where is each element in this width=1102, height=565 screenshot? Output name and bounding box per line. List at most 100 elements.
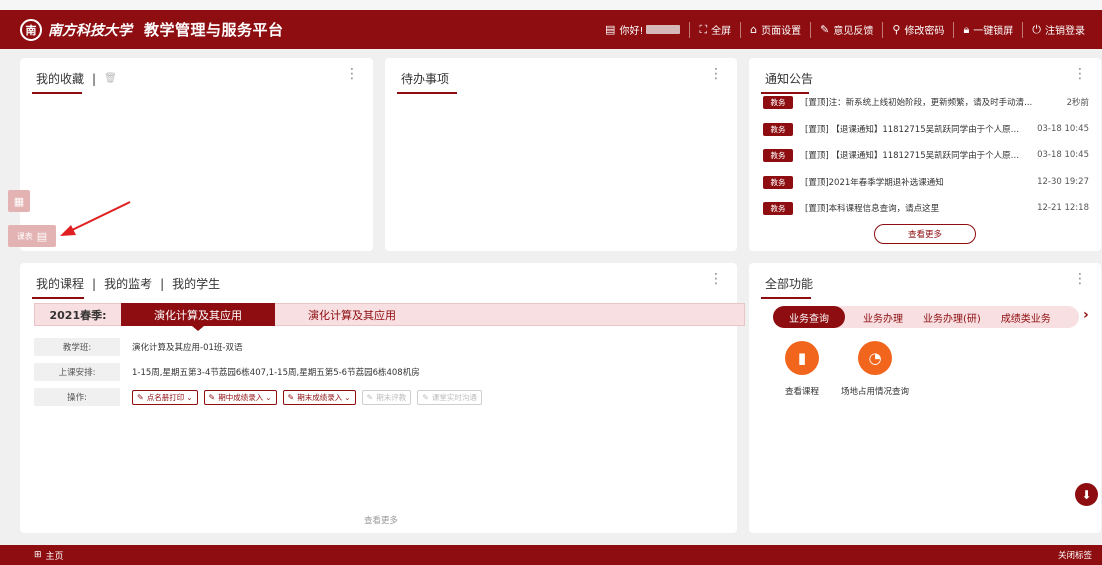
venue-query-label: 场地占用情况查询 bbox=[840, 387, 909, 397]
tab-my-invigilation[interactable]: 我的监考 bbox=[104, 275, 152, 292]
schedule-icon: ▤ bbox=[36, 229, 48, 243]
fullscreen-button[interactable]: ⛶ 全屏 bbox=[689, 21, 740, 38]
notice-text[interactable]: [置顶]2021年春季学期退补选课通知 bbox=[805, 176, 1027, 188]
calendar-icon[interactable]: ▦ bbox=[8, 190, 30, 212]
todo-card: 待办事项 ⋮ bbox=[385, 58, 737, 251]
notice-text[interactable]: [置顶] 【退课通知】11812715吴凯跃同学由于个人原因申请... bbox=[805, 149, 1027, 161]
download-icon[interactable]: ⬇ bbox=[1075, 483, 1098, 506]
functions-underline bbox=[761, 297, 811, 299]
operations-row: 操作: ✎ 点名册打印 ⌄ ✎ 期中成绩录入 ⌄ ✎ 期末成绩录入 ⌄ ✎ 期末… bbox=[34, 388, 488, 406]
notice-text[interactable]: [置顶]本科课程信息查询，请点这里 bbox=[805, 202, 1027, 214]
notice-item[interactable]: 教务 [置顶]2021年春季学期退补选课通知 12-30 19:27 bbox=[763, 175, 1089, 189]
username-redacted bbox=[646, 25, 681, 34]
gauge-search-icon: ◔ bbox=[858, 341, 892, 375]
power-icon: ⏻ bbox=[1032, 22, 1041, 36]
logout-button[interactable]: ⏻ 注销登录 bbox=[1022, 21, 1094, 38]
class-chat-label: 课堂实时沟通 bbox=[431, 392, 477, 402]
functions-menu-icon[interactable]: ⋮ bbox=[1073, 272, 1087, 286]
tab-business-handling-grad[interactable]: 业务办理(研) bbox=[913, 310, 991, 325]
class-value: 演化计算及其应用-01班-双语 bbox=[132, 343, 243, 353]
close-tabs-button[interactable]: 关闭标签 bbox=[1058, 549, 1092, 561]
courses-tabs: 我的课程 | 我的监考 | 我的学生 bbox=[36, 275, 220, 292]
tab-grade-business[interactable]: 成绩类业务 bbox=[991, 310, 1061, 325]
notice-text[interactable]: [置顶] 【退课通知】11812715吴凯跃同学由于个人原因申请... bbox=[805, 123, 1027, 135]
todo-title: 待办事项 bbox=[401, 72, 450, 86]
page-settings-label: 页面设置 bbox=[761, 26, 802, 37]
edit-icon: ✎ bbox=[366, 392, 374, 402]
notices-title: 通知公告 bbox=[765, 72, 814, 86]
page-settings-button[interactable]: ⌂ 页面设置 bbox=[740, 21, 810, 38]
top-strip bbox=[0, 0, 1102, 10]
feedback-icon: ✎ bbox=[820, 23, 830, 36]
notice-item[interactable]: 教务 [置顶]注：新系统上线初始阶段，更新频繁，请及时手动清... 2秒前 bbox=[763, 95, 1089, 109]
greeting-text: 你好! bbox=[619, 26, 644, 37]
functions-header: 全部功能 bbox=[765, 275, 813, 292]
edit-icon: ✎ bbox=[422, 392, 429, 402]
book-icon: ▮ bbox=[785, 341, 819, 375]
class-chat-button[interactable]: ✎ 课堂实时沟通 bbox=[417, 389, 482, 405]
notice-item[interactable]: 教务 [置顶]本科课程信息查询，请点这里 12-21 12:18 bbox=[763, 201, 1089, 215]
roster-print-button[interactable]: ✎ 点名册打印 ⌄ bbox=[132, 389, 198, 405]
midterm-grade-button[interactable]: ✎ 期中成绩录入 ⌄ bbox=[203, 389, 277, 405]
favorites-header: 我的收藏 | 🗑︎ bbox=[36, 70, 117, 87]
notice-badge: 教务 bbox=[763, 175, 793, 189]
final-evaluation-button[interactable]: ✎ 期末评教 bbox=[361, 389, 412, 405]
notices-menu-icon[interactable]: ⋮ bbox=[1073, 67, 1087, 81]
roster-print-label: 点名册打印 bbox=[146, 392, 185, 402]
view-courses-function[interactable]: ▮ 查看课程 bbox=[762, 341, 842, 397]
final-grade-button[interactable]: ✎ 期末成绩录入 ⌄ bbox=[282, 389, 356, 405]
change-password-button[interactable]: ⚲ 修改密码 bbox=[882, 21, 953, 38]
courses-tab-separator: | bbox=[92, 276, 97, 291]
fullscreen-label: 全屏 bbox=[711, 26, 732, 37]
courses-card: 我的课程 | 我的监考 | 我的学生 ⋮ 2021春季: 演化计算及其应用 演化… bbox=[20, 263, 745, 533]
home-grid-icon: ⊞ bbox=[34, 550, 42, 560]
operations-label: 操作: bbox=[34, 388, 120, 406]
platform-title: 教学管理与服务平台 bbox=[144, 21, 284, 39]
todo-header: 待办事项 bbox=[401, 70, 449, 87]
home-tab[interactable]: ⊞ 主页 bbox=[34, 549, 64, 562]
todo-menu-icon[interactable]: ⋮ bbox=[709, 67, 723, 81]
schedule-button[interactable]: 课表 ▤ bbox=[8, 225, 56, 247]
class-row: 教学班: 演化计算及其应用-01班-双语 bbox=[34, 338, 242, 356]
trash-icon[interactable]: 🗑︎ bbox=[104, 73, 117, 84]
notices-underline bbox=[761, 92, 809, 94]
class-label: 教学班: bbox=[34, 338, 120, 356]
user-card-icon: ▤ bbox=[605, 23, 616, 36]
notices-header: 通知公告 bbox=[765, 70, 813, 87]
notice-item[interactable]: 教务 [置顶] 【退课通知】11812715吴凯跃同学由于个人原因申请... 0… bbox=[763, 148, 1089, 162]
header-actions: ▤ 你好! ⛶ 全屏 ⌂ 页面设置 ✎ 意见反馈 ⚲ 修改密码 🔒︎ 一键锁屏 … bbox=[596, 21, 1094, 38]
notices-more-button[interactable]: 查看更多 bbox=[874, 224, 976, 244]
courses-menu-icon[interactable]: ⋮ bbox=[709, 272, 723, 286]
shirt-icon: ⌂ bbox=[750, 23, 758, 36]
notice-item[interactable]: 教务 [置顶] 【退课通知】11812715吴凯跃同学由于个人原因申请... 0… bbox=[763, 122, 1089, 136]
tab-my-students[interactable]: 我的学生 bbox=[172, 275, 220, 292]
tab-business-query[interactable]: 业务查询 bbox=[773, 306, 845, 328]
schedule-label: 课表 bbox=[16, 231, 33, 241]
view-courses-label: 查看课程 bbox=[784, 387, 819, 397]
favorites-title: 我的收藏 bbox=[36, 72, 85, 86]
user-greeting[interactable]: ▤ 你好! bbox=[596, 22, 689, 38]
lock-screen-button[interactable]: 🔒︎ 一键锁屏 bbox=[953, 21, 1022, 38]
notice-time: 03-18 10:45 bbox=[1037, 150, 1089, 160]
courses-tab-separator: | bbox=[160, 276, 165, 291]
feedback-button[interactable]: ✎ 意见反馈 bbox=[810, 21, 882, 38]
venue-query-function[interactable]: ◔ 场地占用情况查询 bbox=[835, 341, 915, 397]
location-pin-icon: ⚲ bbox=[892, 23, 901, 36]
notice-text[interactable]: [置顶]注：新系统上线初始阶段，更新频繁，请及时手动清... bbox=[805, 96, 1057, 108]
favorites-card: 我的收藏 | 🗑︎ ⋮ bbox=[20, 58, 373, 251]
schedule-row-label: 上课安排: bbox=[34, 363, 120, 381]
chevron-right-icon[interactable]: › bbox=[1083, 307, 1089, 323]
tab-business-handling[interactable]: 业务办理 bbox=[853, 310, 913, 325]
university-seal-icon: 南 bbox=[20, 18, 42, 41]
lock-screen-label: 一键锁屏 bbox=[973, 26, 1014, 37]
todo-underline bbox=[397, 92, 457, 94]
edit-icon: ✎ bbox=[287, 392, 295, 402]
tab-my-courses[interactable]: 我的课程 bbox=[36, 275, 84, 292]
favorites-menu-icon[interactable]: ⋮ bbox=[345, 67, 359, 81]
course-tab[interactable]: 演化计算及其应用 bbox=[275, 307, 429, 323]
home-label: 主页 bbox=[45, 551, 64, 562]
courses-more-link[interactable]: 查看更多 bbox=[364, 514, 398, 526]
course-tab-active[interactable]: 演化计算及其应用 bbox=[121, 303, 275, 331]
university-logo[interactable]: 南 南方科技大学 bbox=[20, 18, 132, 41]
edit-icon: ✎ bbox=[137, 392, 144, 402]
